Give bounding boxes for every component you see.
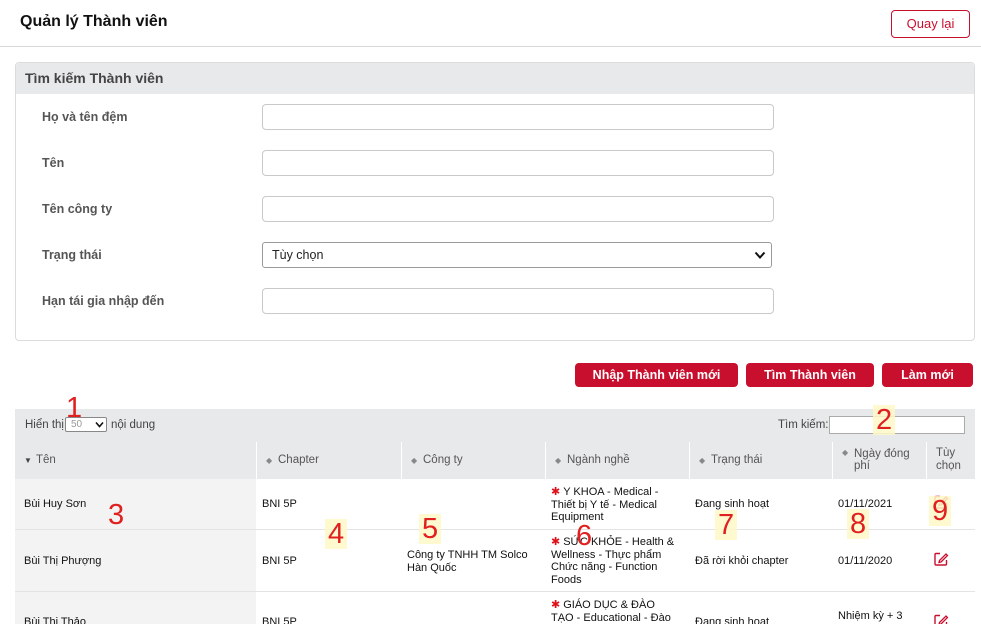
status-label: Trạng thái <box>42 248 102 262</box>
reset-button[interactable]: Làm mới <box>882 363 973 387</box>
annotation-marker-4: 4 <box>325 519 348 549</box>
table-row: Bùi Huy Sơn BNI 5P ✱ Y KHOA - Medical - T… <box>15 479 975 530</box>
star-icon: ✱ <box>551 486 561 498</box>
top-bar: Quản lý Thành viên Quay lại <box>0 0 981 47</box>
member-table: Hiển thị 50 nội dung Tìm kiếm: ▼ Tên ◆ C… <box>15 409 975 624</box>
column-header-fee-date[interactable]: ◆ Ngày đóng phí <box>832 442 926 479</box>
first-name-input[interactable] <box>262 150 774 176</box>
chevron-down-icon <box>95 421 104 428</box>
cell-status: Đang sinh hoạt <box>695 616 769 624</box>
chevron-down-icon <box>754 251 766 259</box>
cell-name: Bùi Thị Thảo <box>15 592 256 624</box>
table-row: Bùi Thị Phượng BNI 5P Công ty TNHH TM So… <box>15 530 975 592</box>
annotation-marker-7: 7 <box>715 510 738 540</box>
edit-icon[interactable] <box>933 613 949 624</box>
search-panel-title: Tìm kiếm Thành viên <box>16 63 974 94</box>
table-toolbar: Hiển thị 50 nội dung Tìm kiếm: <box>15 409 975 442</box>
sort-icon: ◆ <box>555 456 562 465</box>
cell-fee-date: Nhiệm kỳ + 3 <box>838 610 903 622</box>
first-name-label: Tên <box>42 156 65 170</box>
column-header-name[interactable]: ▼ Tên <box>15 442 256 479</box>
field-row-first-name: Tên <box>16 150 974 178</box>
status-select-value: Tùy chọn <box>272 248 324 262</box>
field-row-company: Tên công ty <box>16 196 974 224</box>
annotation-marker-1: 1 <box>66 392 83 424</box>
cell-industry: ✱ Y KHOA - Medical - Thiết bị Y tế - Medi… <box>551 486 659 523</box>
table-row: Bùi Thị Thảo BNI 5P ✱ GIÁO DỤC & ĐÀO TẠO … <box>15 592 975 624</box>
annotation-marker-9: 9 <box>929 496 952 526</box>
cell-options <box>926 592 975 624</box>
column-header-industry[interactable]: ◆ Ngành nghề <box>545 442 689 479</box>
annotation-marker-3: 3 <box>108 499 125 531</box>
annotation-marker-2: 2 <box>873 405 896 435</box>
back-button[interactable]: Quay lại <box>891 10 970 38</box>
find-member-button[interactable]: Tìm Thành viên <box>746 363 874 387</box>
sort-icon: ◆ <box>411 456 418 465</box>
star-icon: ✱ <box>551 536 561 548</box>
page-title: Quản lý Thành viên <box>20 13 168 30</box>
annotation-marker-6: 6 <box>576 520 593 552</box>
cell-options <box>926 530 975 591</box>
sort-icon: ◆ <box>699 456 706 465</box>
field-row-rejoin-deadline: Hạn tái gia nhập đến <box>16 288 974 316</box>
new-member-button[interactable]: Nhập Thành viên mới <box>575 363 738 387</box>
company-name-label: Tên công ty <box>42 202 113 216</box>
cell-status: Đã rời khỏi chapter <box>695 555 789 567</box>
cell-fee-date: 01/11/2020 <box>838 555 893 567</box>
company-name-input[interactable] <box>262 196 774 222</box>
cell-status: Đang sinh hoạt <box>695 498 769 510</box>
middle-name-input[interactable] <box>262 104 774 130</box>
sort-icon: ◆ <box>266 456 273 465</box>
status-select[interactable]: Tùy chọn <box>262 242 772 268</box>
table-search-input[interactable] <box>829 416 965 434</box>
rejoin-deadline-label: Hạn tái gia nhập đến <box>42 294 165 308</box>
edit-icon[interactable] <box>933 551 949 567</box>
column-header-chapter[interactable]: ◆ Chapter <box>256 442 401 479</box>
column-header-options: Tùy chọn <box>926 442 975 479</box>
annotation-marker-5: 5 <box>419 514 442 544</box>
table-search-label: Tìm kiếm: <box>778 419 829 431</box>
cell-industry: ✱ GIÁO DỤC & ĐÀO TẠO - Educational - Đào … <box>551 599 671 624</box>
cell-company <box>401 592 545 624</box>
table-header: ▼ Tên ◆ Chapter ◆ Công ty ◆ Ngành nghề ◆… <box>15 442 975 479</box>
rejoin-deadline-input[interactable] <box>262 288 774 314</box>
cell-name: Bùi Thị Phượng <box>15 530 256 591</box>
show-entries-label: Hiển thị <box>25 419 64 431</box>
middle-name-label: Họ và tên đệm <box>42 110 128 124</box>
field-row-middle-name: Họ và tên đệm <box>16 104 974 132</box>
column-header-status[interactable]: ◆ Trạng thái <box>689 442 832 479</box>
sort-desc-icon: ▼ <box>24 456 32 465</box>
field-row-status: Trạng thái Tùy chọn <box>16 242 974 270</box>
member-search-panel: Tìm kiếm Thành viên Họ và tên đệm Tên Tê… <box>15 62 975 341</box>
annotation-marker-8: 8 <box>847 509 870 539</box>
cell-chapter: BNI 5P <box>262 616 297 624</box>
star-icon: ✱ <box>551 599 561 611</box>
cell-industry: ✱ SỨC KHỎE - Health & Wellness - Thực phẩ… <box>551 536 675 586</box>
column-header-company[interactable]: ◆ Công ty <box>401 442 545 479</box>
cell-name: Bùi Huy Sơn <box>15 479 256 529</box>
entries-suffix-label: nội dung <box>111 419 156 431</box>
